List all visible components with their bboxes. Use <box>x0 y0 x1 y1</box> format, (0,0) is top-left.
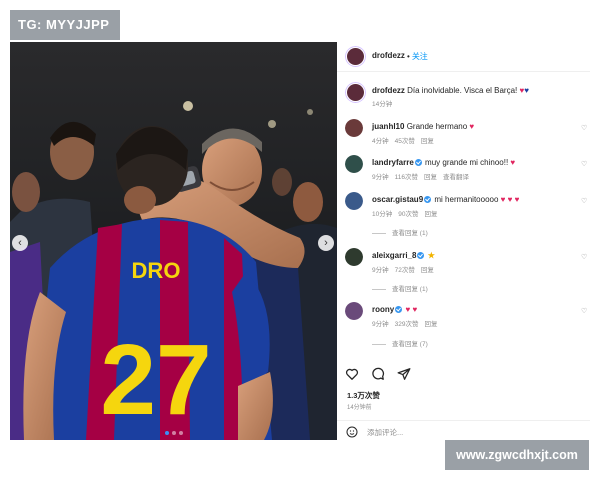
jersey-number: 27 <box>100 324 211 436</box>
comment-avatar[interactable] <box>345 302 363 320</box>
star-emoji-icon: ★ <box>427 251 435 260</box>
comment-icon[interactable] <box>371 367 385 381</box>
caption-avatar[interactable] <box>345 82 366 103</box>
caption-username[interactable]: drofdezz <box>372 86 405 95</box>
view-replies-link[interactable]: 查看回复 (1) <box>372 227 428 237</box>
reply-button[interactable]: 回复 <box>421 267 434 274</box>
comment-avatar[interactable] <box>345 248 363 266</box>
caption-text: Día inolvidable. Visca el Barça! <box>407 86 520 95</box>
comment-item: aleixgarri_8 ★ <box>372 251 435 260</box>
comment-item: oscar.gistau9 mi hermanitooooo ♥ ♥ ♥ <box>372 195 519 204</box>
share-icon[interactable] <box>397 367 411 381</box>
comment-meta: 4分钟 45次赞 回复 <box>372 138 434 145</box>
carousel-dots <box>165 431 183 435</box>
watermark-site: www.zgwcdhxjt.com <box>445 440 589 470</box>
comment-avatar[interactable] <box>345 192 363 210</box>
author-username[interactable]: drofdezz <box>372 51 405 60</box>
comment-username[interactable]: roony <box>372 305 394 314</box>
comment-like-heart-icon[interactable]: ♡ <box>581 307 587 315</box>
caption: drofdezz Día inolvidable. Visca el Barça… <box>372 86 529 95</box>
comment-meta: 10分钟 90次赞 回复 <box>372 211 438 218</box>
likes-count[interactable]: 1.3万次赞 <box>347 390 380 401</box>
comment-like-heart-icon[interactable]: ♡ <box>581 124 587 132</box>
comment-like-heart-icon[interactable]: ♡ <box>581 253 587 261</box>
author-avatar[interactable] <box>345 46 366 67</box>
comment-avatar[interactable] <box>345 155 363 173</box>
emoji-icon[interactable] <box>346 426 358 438</box>
comment-meta: 9分钟 329次赞 回复 <box>372 321 438 328</box>
blue-heart-emoji-icon: ♥ <box>524 86 529 95</box>
view-translation-link[interactable]: 查看翻译 <box>443 174 469 181</box>
heart-icon[interactable] <box>345 367 359 381</box>
comment-like-heart-icon[interactable]: ♡ <box>581 160 587 168</box>
comment-item: landryfarre muy grande mi chinoo!! ♥ <box>372 158 515 167</box>
reply-button[interactable]: 回复 <box>424 174 437 181</box>
post-header: drofdezz • 关注 <box>337 42 590 72</box>
comment-username[interactable]: landryfarre <box>372 158 414 167</box>
next-photo-button[interactable]: › <box>318 235 334 251</box>
post-side-panel: drofdezz • 关注 drofdezz Día inolvidable. V… <box>337 42 590 440</box>
heart-emoji-icon: ♥ <box>469 122 475 131</box>
view-replies-link[interactable]: 查看回复 (1) <box>372 283 428 293</box>
photo-illustration: DRO 27 <box>10 42 337 440</box>
comment-item: roony ♥ ♥ <box>372 305 417 314</box>
reply-button[interactable]: 回复 <box>424 321 437 328</box>
comment-text: mi hermanitooooo <box>434 195 501 204</box>
verified-badge-icon <box>417 251 425 259</box>
heart-emoji-icon: ♥ ♥ <box>405 305 418 314</box>
add-comment-bar: 添加评论... <box>337 420 590 440</box>
comment-username[interactable]: aleixgarri_8 <box>372 251 416 260</box>
comment-avatar[interactable] <box>345 119 363 137</box>
comment-item: juanhl10 Grande hermano ♥ <box>372 122 474 131</box>
caption-meta: 14分钟 <box>372 101 393 108</box>
verified-badge-icon <box>424 195 432 203</box>
previous-photo-button[interactable]: ‹ <box>12 235 28 251</box>
comment-text: muy grande mi chinoo!! <box>425 158 511 167</box>
follow-button[interactable]: • 关注 <box>407 51 428 62</box>
comment-username[interactable]: juanhl10 <box>372 122 404 131</box>
post-time-ago: 14分钟前 <box>347 405 372 411</box>
add-comment-input[interactable]: 添加评论... <box>367 427 403 438</box>
heart-emoji-icon: ♥ ♥ ♥ <box>500 195 520 204</box>
comment-username[interactable]: oscar.gistau9 <box>372 195 423 204</box>
comment-meta: 9分钟 72次赞 回复 <box>372 267 434 274</box>
comment-like-heart-icon[interactable]: ♡ <box>581 197 587 205</box>
view-replies-link[interactable]: 查看回复 (7) <box>372 338 428 348</box>
reply-button[interactable]: 回复 <box>421 138 434 145</box>
comment-text: Grande hermano <box>406 122 470 131</box>
comment-meta: 9分钟 116次赞 回复 查看翻译 <box>372 174 469 181</box>
verified-badge-icon <box>414 158 422 166</box>
watermark-tag: TG: MYYJJPP <box>10 10 120 40</box>
jersey-name: DRO <box>132 258 181 283</box>
post-actions <box>345 367 411 381</box>
heart-emoji-icon: ♥ <box>510 158 516 167</box>
post-photo[interactable]: DRO 27 ‹ › <box>10 42 337 440</box>
verified-badge-icon <box>395 305 403 313</box>
reply-button[interactable]: 回复 <box>424 211 437 218</box>
